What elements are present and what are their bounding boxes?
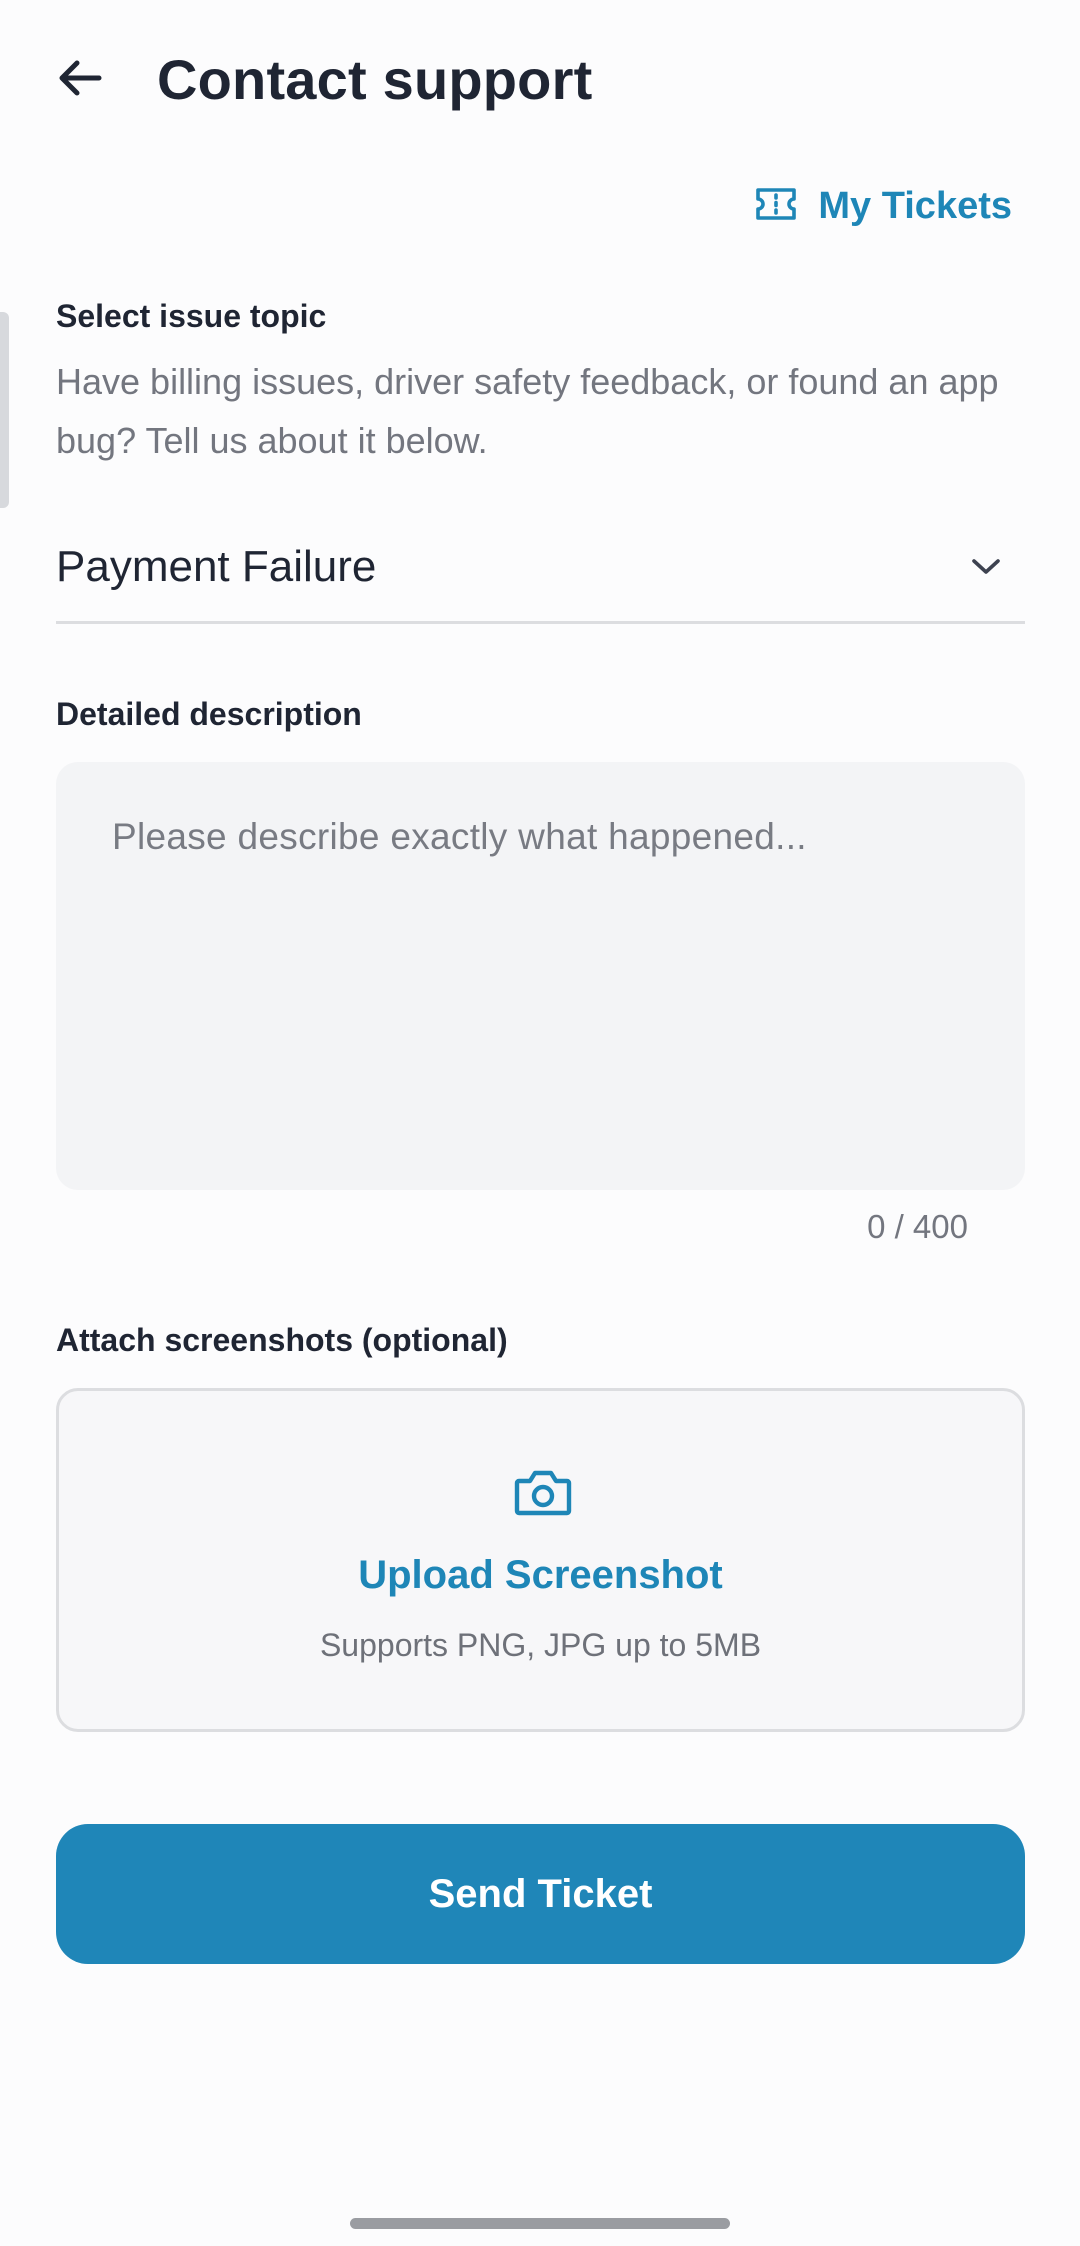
chevron-down-icon — [961, 542, 1011, 592]
upload-screenshot-area[interactable]: Upload Screenshot Supports PNG, JPG up t… — [56, 1388, 1025, 1732]
edge-handle[interactable] — [0, 312, 9, 508]
topic-helper-text: Have billing issues, driver safety feedb… — [56, 361, 999, 461]
attach-label: Attach screenshots (optional) — [56, 1322, 508, 1358]
issue-topic-value: Payment Failure — [56, 541, 377, 591]
send-ticket-button[interactable]: Send Ticket — [56, 1824, 1025, 1964]
description-label: Detailed description — [56, 696, 362, 732]
my-tickets-link[interactable]: My Tickets — [754, 176, 1012, 236]
topic-label: Select issue topic — [56, 298, 327, 334]
issue-topic-select[interactable]: Payment Failure — [56, 520, 1025, 624]
back-button[interactable] — [44, 44, 116, 116]
upload-supported-formats: Supports PNG, JPG up to 5MB — [319, 1627, 762, 1663]
page-title: Contact support — [157, 48, 593, 111]
app-header: Contact support — [0, 0, 1080, 160]
upload-title: Upload Screenshot — [358, 1553, 723, 1597]
ticket-icon — [754, 186, 798, 227]
home-indicator[interactable] — [350, 2218, 730, 2229]
my-tickets-label: My Tickets — [818, 184, 1012, 227]
description-input[interactable] — [56, 762, 1025, 1190]
camera-icon — [511, 1461, 575, 1525]
arrow-left-icon — [55, 53, 105, 108]
character-counter: 0 / 400 — [867, 1208, 968, 1245]
